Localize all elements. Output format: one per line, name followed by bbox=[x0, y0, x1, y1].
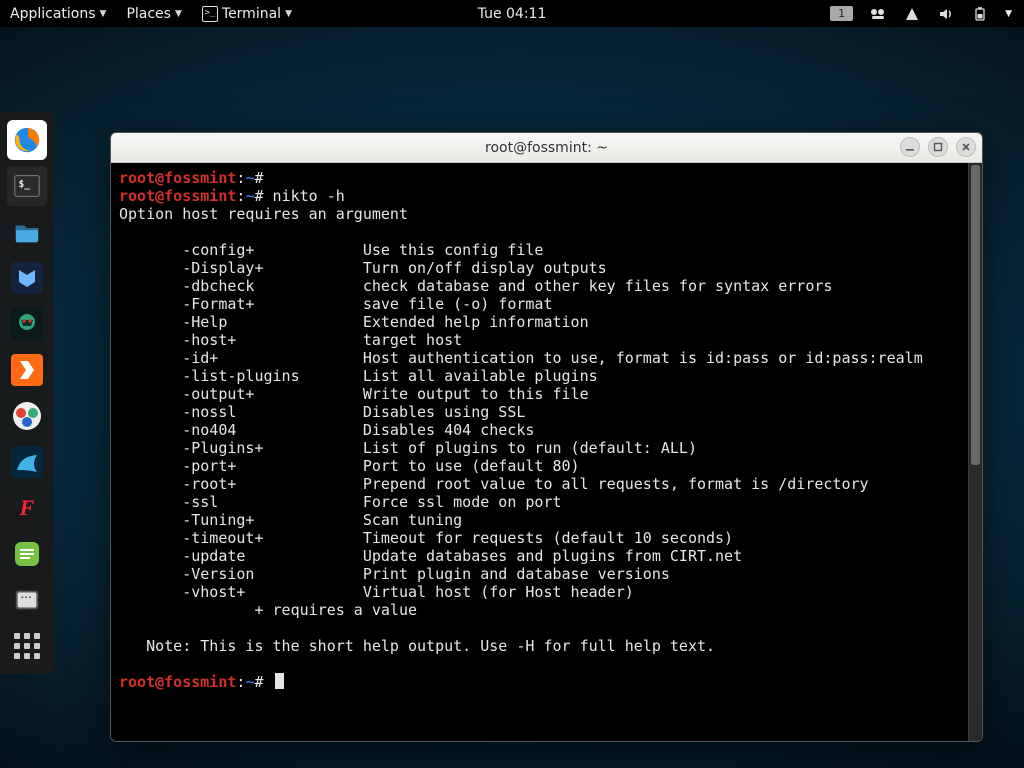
options-block: -config+ Use this config file -Display+ … bbox=[119, 241, 960, 601]
prompt-user: root bbox=[119, 673, 155, 691]
dock-zenmap[interactable] bbox=[7, 396, 47, 436]
dock-terminal[interactable]: $_ bbox=[7, 166, 47, 206]
prompt-host: fossmint bbox=[164, 187, 236, 205]
footer-note: Note: This is the short help output. Use… bbox=[119, 637, 715, 655]
prompt-hash: # bbox=[254, 169, 263, 187]
top-panel-left: Applications ▼ Places ▼ Terminal ▼ bbox=[0, 6, 302, 22]
clock-label: Tue 04:11 bbox=[478, 6, 547, 22]
window-titlebar[interactable]: root@fossmint: ~ bbox=[111, 133, 982, 163]
chevron-down-icon: ▼ bbox=[285, 9, 292, 19]
prompt-at: @ bbox=[155, 673, 164, 691]
apps-grid-icon bbox=[14, 633, 40, 659]
chevron-down-icon[interactable]: ▼ bbox=[1005, 9, 1012, 19]
window-title: root@fossmint: ~ bbox=[485, 140, 608, 156]
chevron-down-icon: ▼ bbox=[175, 9, 182, 19]
prompt-user: root bbox=[119, 187, 155, 205]
window-minimize-button[interactable] bbox=[900, 137, 920, 157]
menu-applications-label: Applications bbox=[10, 6, 96, 22]
scrollbar-thumb[interactable] bbox=[971, 165, 980, 465]
dock-leafpad[interactable] bbox=[7, 534, 47, 574]
window-close-button[interactable] bbox=[956, 137, 976, 157]
terminal-output[interactable]: root@fossmint:~# root@fossmint:~# nikto … bbox=[111, 163, 968, 741]
dock-metasploit[interactable] bbox=[7, 258, 47, 298]
volume-icon[interactable] bbox=[937, 5, 955, 23]
menu-places[interactable]: Places ▼ bbox=[116, 6, 191, 22]
dock-files[interactable] bbox=[7, 212, 47, 252]
network-icon[interactable] bbox=[903, 5, 921, 23]
footer-plus: + requires a value bbox=[119, 601, 417, 619]
dock: $_ F bbox=[0, 112, 54, 674]
dock-show-apps[interactable] bbox=[7, 626, 47, 666]
dock-faraday[interactable]: F bbox=[7, 488, 47, 528]
dock-armitage[interactable] bbox=[7, 304, 47, 344]
menu-applications[interactable]: Applications ▼ bbox=[0, 6, 116, 22]
svg-text:$_: $_ bbox=[19, 179, 31, 190]
prompt-host: fossmint bbox=[164, 673, 236, 691]
top-panel-right: 1 ▼ bbox=[830, 5, 1024, 23]
terminal-icon bbox=[202, 6, 218, 22]
prompt-hash: # bbox=[254, 187, 263, 205]
cursor bbox=[275, 673, 284, 689]
menu-terminal-app[interactable]: Terminal ▼ bbox=[192, 6, 302, 22]
top-panel: Applications ▼ Places ▼ Terminal ▼ Tue 0… bbox=[0, 0, 1024, 27]
dock-burpsuite[interactable] bbox=[7, 350, 47, 390]
prompt-user: root bbox=[119, 169, 155, 187]
terminal-window: root@fossmint: ~ root@fossmint:~# root@f… bbox=[110, 132, 983, 742]
prompt-at: @ bbox=[155, 187, 164, 205]
menu-terminal-label: Terminal bbox=[222, 6, 281, 22]
clock[interactable]: Tue 04:11 bbox=[468, 6, 557, 22]
prompt-hash: # bbox=[254, 673, 263, 691]
error-line: Option host requires an argument bbox=[119, 205, 408, 223]
menu-places-label: Places bbox=[126, 6, 171, 22]
chevron-down-icon: ▼ bbox=[100, 9, 107, 19]
window-maximize-button[interactable] bbox=[928, 137, 948, 157]
workspace-indicator[interactable]: 1 bbox=[830, 6, 853, 21]
command-2: nikto -h bbox=[273, 187, 345, 205]
dock-firefox[interactable] bbox=[7, 120, 47, 160]
battery-icon[interactable] bbox=[971, 5, 989, 23]
record-screen-icon[interactable] bbox=[869, 5, 887, 23]
window-controls bbox=[900, 137, 976, 157]
dock-xterm[interactable] bbox=[7, 580, 47, 620]
terminal-body: root@fossmint:~# root@fossmint:~# nikto … bbox=[111, 163, 982, 741]
dock-maltego[interactable] bbox=[7, 442, 47, 482]
terminal-scrollbar[interactable] bbox=[968, 163, 982, 741]
prompt-at: @ bbox=[155, 169, 164, 187]
prompt-host: fossmint bbox=[164, 169, 236, 187]
